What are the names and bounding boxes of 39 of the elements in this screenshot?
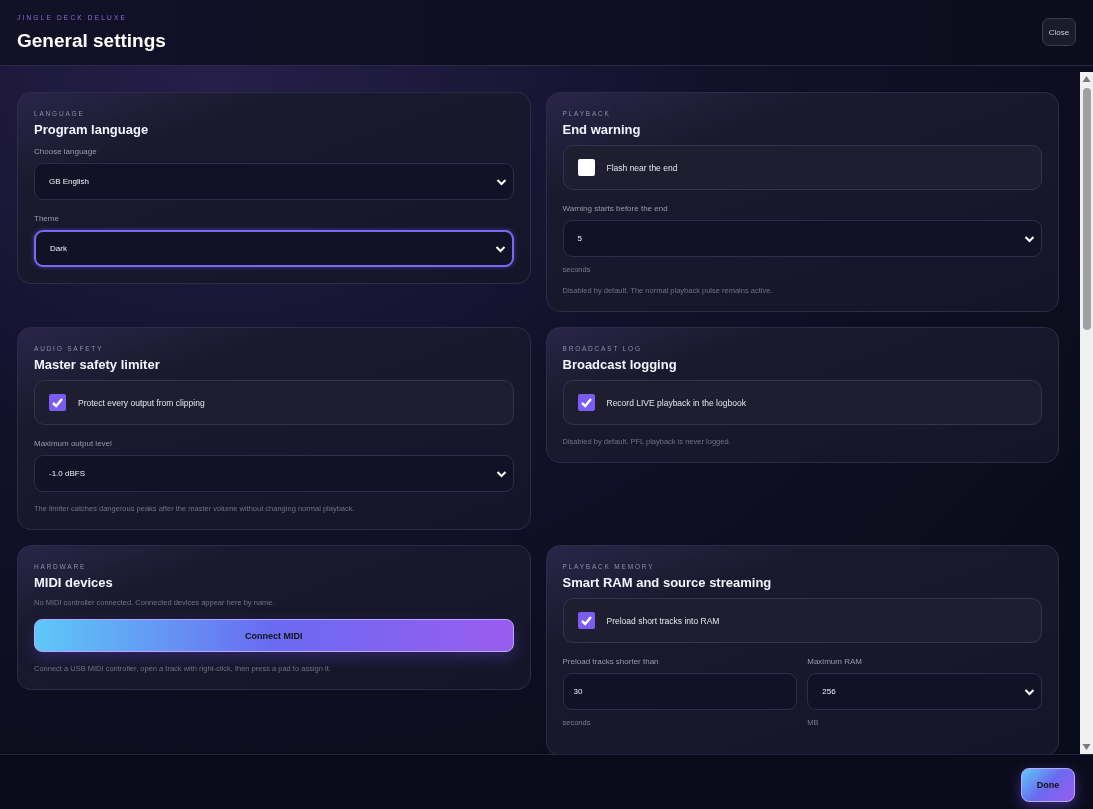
field-label: Choose language xyxy=(34,147,98,156)
checkbox-label: Record LIVE playback in the logbook xyxy=(606,397,746,408)
field-label: Warning starts before the end xyxy=(562,204,669,213)
scroll-down-icon[interactable] xyxy=(1082,743,1091,751)
scroll-up-icon[interactable] xyxy=(1082,75,1091,83)
card-title: Program language xyxy=(34,122,150,137)
chevron-down-icon xyxy=(1024,687,1035,696)
dialog-title: General settings xyxy=(17,30,166,52)
dropdown[interactable]: 256 xyxy=(807,673,1042,710)
checkbox[interactable] xyxy=(577,159,595,176)
connect-button[interactable]: Connect MIDI xyxy=(34,619,514,652)
scroll-thumb[interactable] xyxy=(1082,88,1091,330)
card-title: End warning xyxy=(562,122,642,137)
chevron-down-icon xyxy=(495,469,507,478)
card-title: Broadcast logging xyxy=(562,357,678,372)
done-button[interactable]: Done xyxy=(1021,768,1075,802)
dropdown[interactable]: GB English xyxy=(34,163,514,200)
checkbox-label: Preload short tracks into RAM xyxy=(606,615,720,626)
chevron-down-icon xyxy=(494,244,506,253)
checkbox[interactable] xyxy=(577,394,595,411)
scrollbar[interactable] xyxy=(1080,72,1093,754)
close-button[interactable]: Close xyxy=(1042,18,1076,46)
field-label: Theme xyxy=(34,214,60,223)
card-title: Smart RAM and source streaming xyxy=(562,575,773,590)
card-title: Master safety limiter xyxy=(34,357,161,372)
chevron-down-icon xyxy=(1024,234,1035,243)
checkbox-label: Protect every output from clipping xyxy=(78,397,205,408)
dropdown[interactable]: -1.0 dBFS xyxy=(34,455,514,492)
checkbox[interactable] xyxy=(49,394,66,411)
checkbox-label: Flash near the end xyxy=(606,162,678,173)
dropdown[interactable]: 5 xyxy=(562,220,1042,257)
checkbox[interactable] xyxy=(577,612,595,629)
card-title: MIDI devices xyxy=(34,575,114,590)
input-field[interactable]: 30 xyxy=(562,673,798,710)
field-label: Maximum output level xyxy=(34,439,113,448)
chevron-down-icon xyxy=(495,177,507,186)
dropdown[interactable]: Dark xyxy=(34,230,514,267)
field-label: Maximum RAM xyxy=(807,657,863,666)
field-label: Preload tracks shorter than xyxy=(562,657,660,666)
